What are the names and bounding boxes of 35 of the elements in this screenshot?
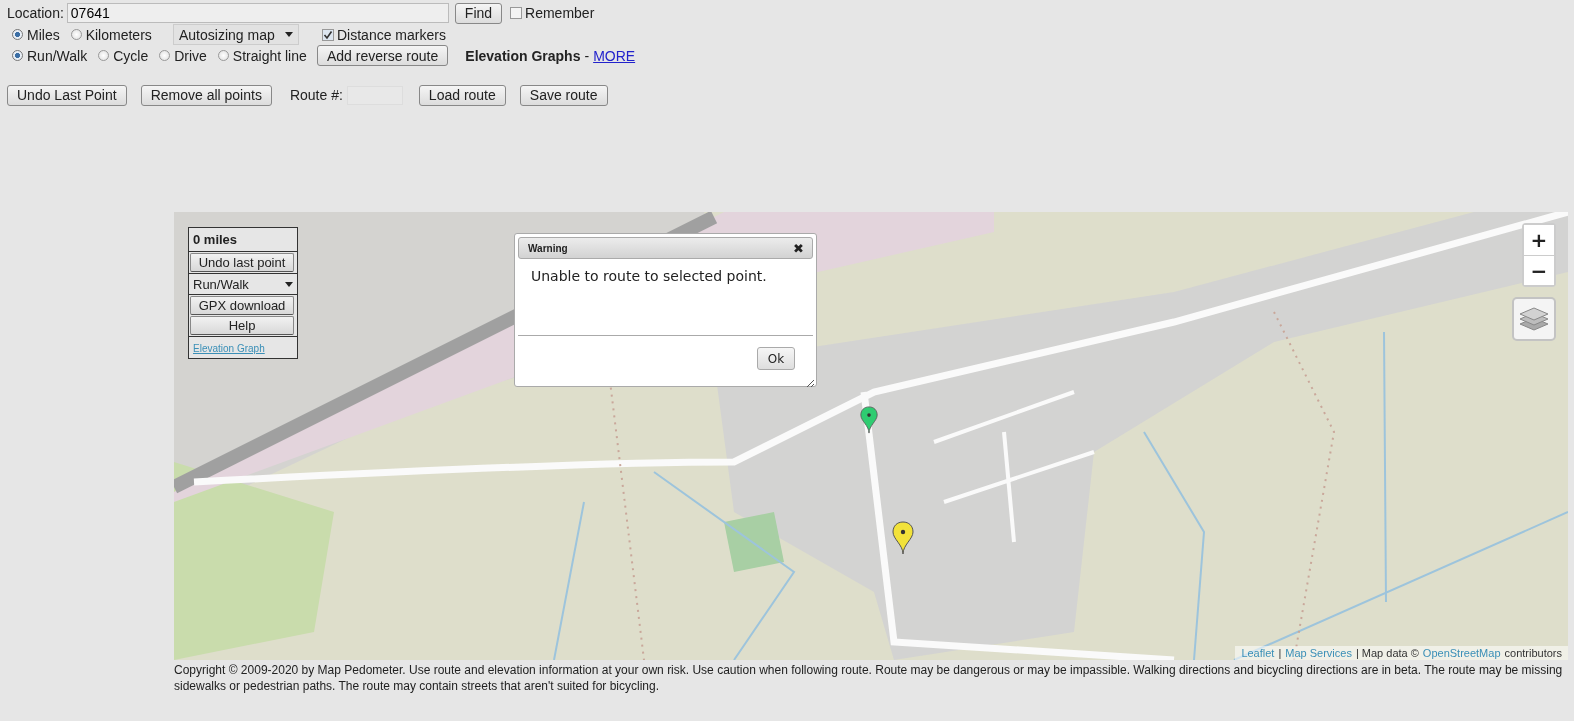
load-route-button[interactable]: Load route (418, 84, 506, 106)
mode-select[interactable]: Run/Walk (189, 273, 297, 295)
close-button[interactable]: ✖ (793, 240, 804, 256)
distance-readout: 0 miles (189, 228, 297, 252)
dialog-title: Warning (528, 242, 568, 254)
zoom-out-button[interactable]: − (1524, 255, 1554, 285)
location-label: Location: (7, 5, 64, 21)
attribution-text: | Map data © (1355, 647, 1419, 659)
route-label: Route #: (289, 87, 343, 103)
separator: | (1278, 647, 1282, 659)
attribution-text: contributors (1504, 647, 1562, 659)
checkbox-label: Remember (525, 5, 595, 21)
gpx-download-button[interactable]: GPX download (190, 296, 294, 315)
map-size-select[interactable]: Autosizing map (173, 24, 299, 45)
elevation-graphs-label: Elevation Graphs (465, 47, 581, 64)
add-reverse-route-button[interactable]: Add reverse route (317, 45, 449, 66)
option-label: Miles (27, 26, 60, 43)
ok-button[interactable]: Ok (757, 347, 795, 370)
dialog-message: Unable to route to selected point. (518, 259, 813, 336)
option-label: Straight line (232, 47, 307, 64)
undo-button[interactable]: Undo Last Point (7, 84, 127, 106)
checkbox-label: Distance markers (337, 26, 446, 43)
remove-all-button[interactable]: Remove all points (140, 84, 272, 106)
option-label: Cycle (113, 47, 149, 64)
option-label: Drive (174, 47, 207, 64)
option-label: Kilometers (85, 26, 152, 43)
option-label: Run/Walk (27, 47, 88, 64)
find-button[interactable]: Find (454, 2, 503, 24)
save-route-button[interactable]: Save route (519, 84, 608, 106)
location-field[interactable]: 07641 (66, 3, 449, 23)
copyright-text: Copyright © 2009-2020 by Map Pedometer. Use route and elevation information at your own risk. Use caution when following route. Route may be dangerous or may be impassible. Walking directions and bicycling directions are in beta. The route may be missing sidewalks or pedestrian paths. The route may contain streets that aren't suited for bicycling. (174, 662, 1564, 694)
undo-last-point-button[interactable]: Undo last point (190, 253, 294, 272)
help-button[interactable]: Help (190, 316, 294, 335)
separator: - (584, 47, 590, 64)
more-link[interactable]: MORE (593, 47, 636, 64)
